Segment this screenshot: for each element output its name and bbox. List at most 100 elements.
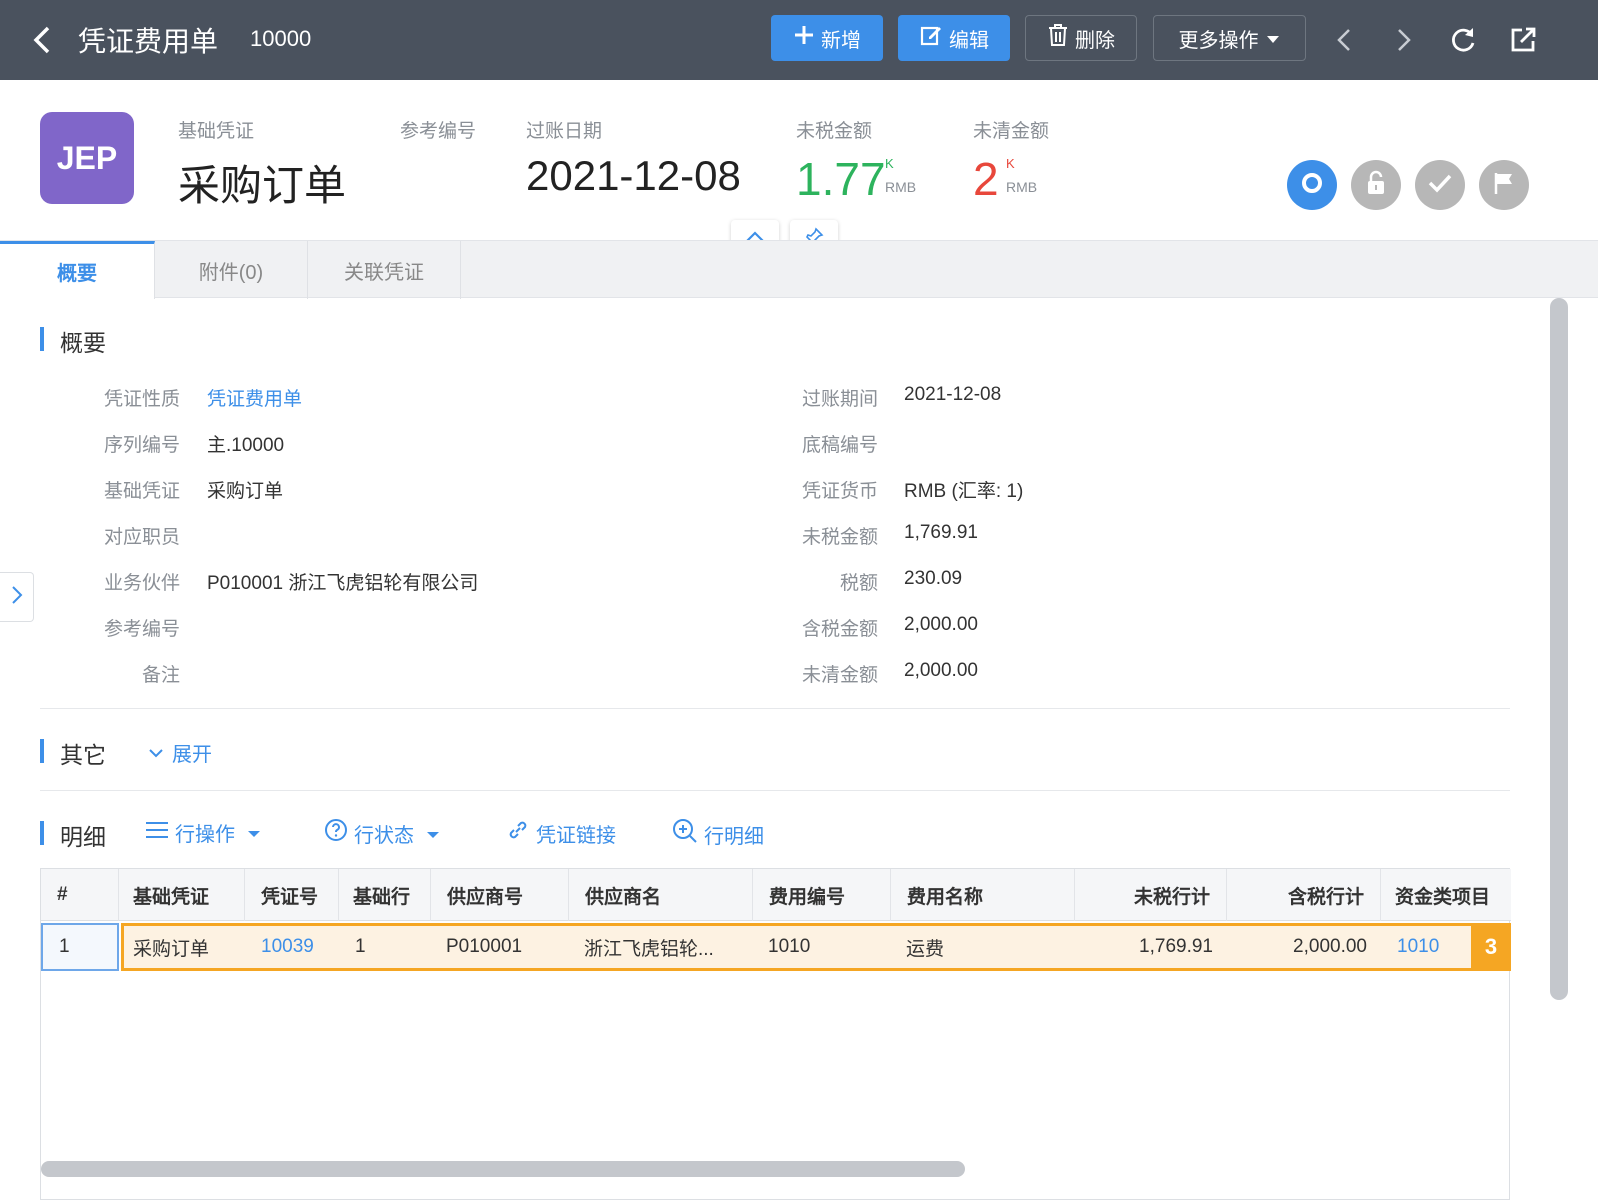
cell-base-doc: 采购订单 bbox=[133, 938, 210, 960]
field-label-serial-no: 序列编号 bbox=[103, 435, 180, 456]
page-title: 凭证费用单 bbox=[78, 26, 219, 57]
expand-toggle[interactable]: 展开 bbox=[148, 738, 212, 767]
refresh-icon[interactable] bbox=[1443, 20, 1483, 60]
flag-icon bbox=[1493, 171, 1515, 200]
column-header[interactable]: 供应商名 bbox=[569, 869, 753, 921]
column-header[interactable]: 费用名称 bbox=[891, 869, 1075, 921]
cell-pretax-total: 1,769.91 bbox=[1139, 936, 1213, 957]
next-record-icon[interactable] bbox=[1384, 20, 1424, 60]
open-external-icon[interactable] bbox=[1503, 20, 1543, 60]
field-label-doc-nature: 凭证性质 bbox=[103, 389, 180, 410]
caret-down-icon bbox=[426, 822, 440, 845]
field-label-tax-incl: 含税金额 bbox=[801, 619, 878, 640]
lock-button[interactable] bbox=[1351, 160, 1401, 210]
field-value-currency: RMB (汇率: 1) bbox=[904, 481, 1024, 502]
document-header: JEP 基础凭证 采购订单 参考编号 过账日期 2021-12-08 未税金额 … bbox=[0, 80, 1598, 240]
row-detail-label: 行明细 bbox=[704, 825, 764, 848]
row-number-cell[interactable]: 1 bbox=[41, 923, 119, 971]
section-divider bbox=[40, 790, 1510, 791]
cell-supplier-code: P010001 bbox=[446, 936, 523, 957]
plus-icon bbox=[793, 24, 815, 52]
delete-button[interactable]: 删除 bbox=[1025, 15, 1137, 61]
expand-label: 展开 bbox=[172, 744, 212, 766]
column-header[interactable]: 基础凭证 bbox=[119, 869, 245, 921]
more-actions-dropdown[interactable]: 更多操作 bbox=[1153, 15, 1306, 61]
field-label-employee: 对应职员 bbox=[103, 527, 180, 548]
doc-link-label: 凭证链接 bbox=[536, 824, 616, 847]
delete-button-label: 删除 bbox=[1075, 29, 1115, 52]
base-doc-label: 基础凭证 bbox=[178, 121, 255, 142]
column-header[interactable]: 凭证号 bbox=[245, 869, 339, 921]
app-logo: JEP bbox=[40, 112, 134, 204]
top-bar: 凭证费用单 10000 新增 编辑 删除 更多操作 bbox=[0, 0, 1598, 80]
previous-record-icon[interactable] bbox=[1324, 20, 1364, 60]
cell-supplier-name: 浙江飞虎铝轮... bbox=[584, 938, 714, 960]
column-header[interactable]: 基础行 bbox=[339, 869, 431, 921]
cell-expense-code: 1010 bbox=[768, 936, 811, 957]
flag-button[interactable] bbox=[1479, 160, 1529, 210]
pretax-currency: RMB bbox=[885, 179, 917, 195]
field-value-serial-no: 主.10000 bbox=[207, 435, 285, 456]
chevron-right-icon bbox=[11, 585, 23, 610]
caret-down-icon bbox=[247, 821, 261, 844]
trash-icon bbox=[1047, 23, 1069, 53]
field-label-draft-no: 底稿编号 bbox=[801, 435, 878, 456]
column-header[interactable]: 供应商号 bbox=[431, 869, 569, 921]
column-header[interactable]: 含税行计 bbox=[1227, 869, 1381, 921]
tab-related-docs[interactable]: 关联凭证 bbox=[308, 241, 461, 299]
edit-button-label: 编辑 bbox=[949, 29, 989, 52]
pretax-amount-value: 1.77 bbox=[796, 153, 886, 205]
row-status-label: 行状态 bbox=[354, 824, 414, 847]
row-detail-button[interactable]: 行明细 bbox=[672, 818, 764, 850]
row-actions-dropdown[interactable]: 行操作 bbox=[145, 818, 261, 847]
vertical-scrollbar[interactable] bbox=[1550, 298, 1568, 1000]
field-value-tax: 230.09 bbox=[904, 568, 963, 589]
column-header[interactable]: 费用编号 bbox=[753, 869, 891, 921]
field-label-partner: 业务伙伴 bbox=[103, 573, 180, 594]
section-divider bbox=[40, 708, 1510, 709]
zoom-in-icon bbox=[672, 818, 698, 850]
field-value-open-amount: 2,000.00 bbox=[904, 660, 978, 681]
open-amount-value: 2 bbox=[973, 153, 999, 205]
field-label-base-doc: 基础凭证 bbox=[103, 481, 180, 502]
field-value-post-period: 2021-12-08 bbox=[904, 384, 1002, 405]
open-amount-label: 未清金额 bbox=[973, 121, 1050, 142]
new-button[interactable]: 新增 bbox=[771, 15, 883, 61]
cell-tax-incl-total: 2,000.00 bbox=[1293, 936, 1367, 957]
edit-button[interactable]: 编辑 bbox=[898, 15, 1010, 61]
side-panel-toggle[interactable] bbox=[0, 572, 34, 622]
other-section-title: 其它 bbox=[40, 736, 106, 770]
doc-number: 10000 bbox=[250, 26, 312, 51]
field-label-open-amount: 未清金额 bbox=[801, 665, 878, 686]
tab-summary[interactable]: 概要 bbox=[0, 241, 155, 299]
cell-fund-item[interactable]: 1010 bbox=[1397, 927, 1439, 967]
row-actions-label: 行操作 bbox=[175, 824, 235, 846]
tab-attachments[interactable]: 附件(0) bbox=[155, 241, 308, 299]
column-header[interactable]: 未税行计 bbox=[1075, 869, 1227, 921]
field-value-tax-incl: 2,000.00 bbox=[904, 614, 978, 635]
detail-section-title: 明细 bbox=[40, 818, 106, 852]
cell-doc-number[interactable]: 10039 bbox=[261, 927, 314, 967]
row-status-dropdown[interactable]: 行状态 bbox=[324, 818, 440, 848]
pretax-amount-label: 未税金额 bbox=[796, 121, 873, 142]
menu-lines-icon bbox=[145, 820, 169, 846]
chevron-down-icon bbox=[148, 741, 164, 764]
horizontal-scrollbar[interactable] bbox=[41, 1161, 965, 1177]
field-value-doc-nature[interactable]: 凭证费用单 bbox=[207, 384, 302, 411]
back-arrow-icon[interactable] bbox=[28, 22, 58, 58]
status-open-button[interactable] bbox=[1287, 160, 1337, 210]
field-label-post-period: 过账期间 bbox=[801, 389, 878, 410]
field-label-currency: 凭证货币 bbox=[801, 481, 878, 502]
link-icon bbox=[506, 818, 530, 848]
caret-down-icon bbox=[1265, 27, 1281, 50]
ref-number-label: 参考编号 bbox=[400, 121, 477, 142]
tab-bar: 概要 附件(0) 关联凭证 bbox=[0, 240, 1598, 299]
field-value-partner: P010001 浙江飞虎铝轮有限公司 bbox=[207, 573, 479, 594]
question-circle-icon bbox=[324, 818, 348, 848]
doc-link-button[interactable]: 凭证链接 bbox=[506, 818, 616, 848]
approve-button[interactable] bbox=[1415, 160, 1465, 210]
field-label-ref-no: 参考编号 bbox=[103, 619, 180, 640]
more-actions-label: 更多操作 bbox=[1178, 29, 1259, 52]
check-icon bbox=[1427, 172, 1453, 199]
column-header[interactable]: 资金类项目 bbox=[1381, 869, 1511, 921]
